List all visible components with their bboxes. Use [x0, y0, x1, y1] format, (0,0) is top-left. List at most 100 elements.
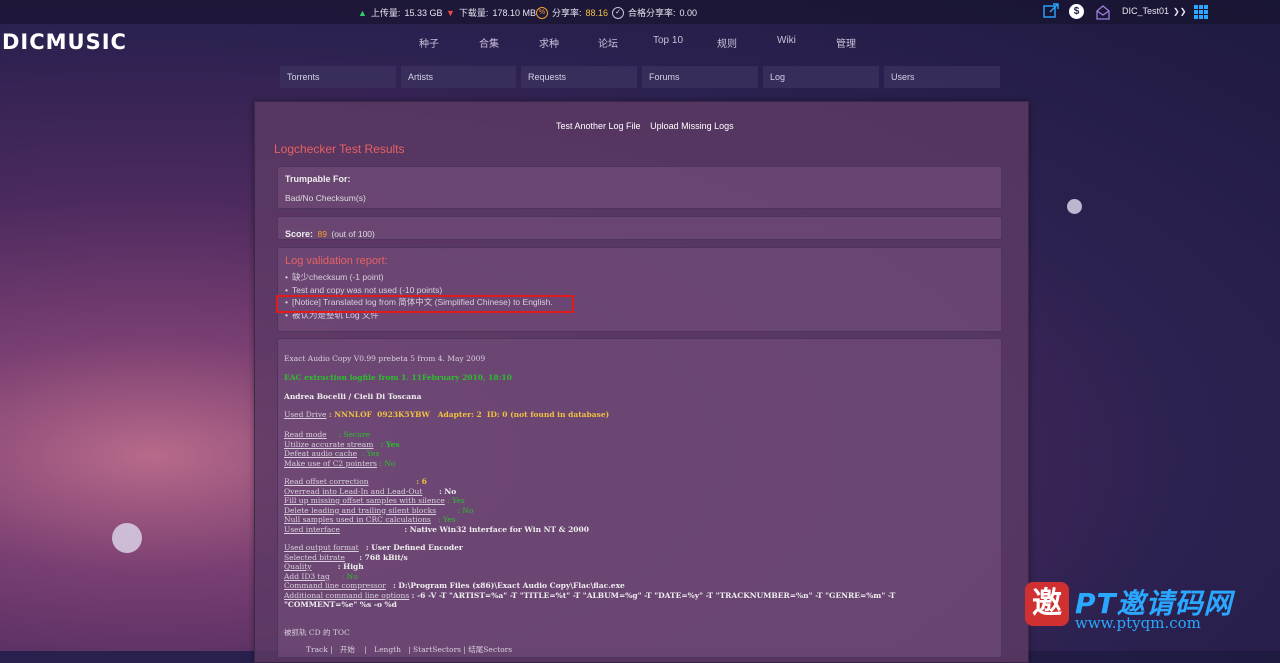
score-label: Score:: [285, 229, 314, 239]
grid-menu-icon[interactable]: [1193, 4, 1209, 20]
background-dot: [1067, 199, 1082, 214]
log-row: Make use of C2 pointers : No: [284, 459, 395, 469]
quality-label: Quality: [284, 562, 312, 571]
nav-rules[interactable]: 规则: [717, 35, 737, 50]
download-stat: ▼ 下载量: 178.10 MB: [446, 6, 536, 19]
bitrate-label: Selected bitrate: [284, 552, 345, 562]
subnav-users[interactable]: Users: [884, 66, 1000, 88]
read-mode-value: : Secure: [338, 430, 371, 439]
upload-arrow-icon: ▲: [358, 7, 367, 18]
log-row: Used interface : Native Win32 interface …: [284, 525, 589, 535]
cmd-label: Command line compressor: [284, 581, 386, 590]
log-row: "COMMENT=%e" %s -o %d: [284, 600, 397, 609]
log-row: Fill up missing offset samples with sile…: [284, 496, 465, 506]
highlight-box: [276, 295, 574, 313]
upload-missing-logs-link[interactable]: Upload Missing Logs: [650, 121, 734, 131]
score-suffix: (out of 100): [331, 229, 375, 239]
username[interactable]: DIC_Test01: [1122, 6, 1169, 16]
log-row: Null samples used in CRC calculations : …: [284, 515, 456, 525]
download-value: 178.10 MB: [492, 7, 536, 18]
cache-value: : Yes: [361, 449, 380, 458]
null-label: Null samples used in CRC calculations: [284, 515, 431, 524]
required-ratio-stat: ✓ 合格分享率: 0.00: [612, 6, 697, 19]
log-row: Read offset correction : 6: [284, 477, 427, 487]
test-another-log-link[interactable]: Test Another Log File: [556, 121, 641, 131]
download-arrow-icon: ▼: [446, 7, 455, 18]
nav-collages[interactable]: 合集: [479, 35, 499, 50]
subnav-forums[interactable]: Forums: [642, 66, 758, 88]
score-value: 89: [317, 229, 327, 239]
ratio-stat: % 分享率: 88.16: [536, 6, 608, 19]
external-link-icon[interactable]: [1043, 3, 1059, 19]
download-label: 下载量:: [458, 8, 489, 18]
page-title: Logchecker Test Results: [274, 142, 405, 156]
subnav-log[interactable]: Log: [763, 66, 879, 88]
log-row: Used output format : User Defined Encode…: [284, 543, 463, 553]
log-drive-row: Used Drive : NNNLOF 0923K5YBW Adapter: 2…: [284, 410, 609, 420]
trumpable-reason: Bad/No Checksum(s): [285, 193, 366, 203]
overread-value: : No: [439, 486, 457, 496]
score-box: Score: 89 (out of 100): [277, 216, 1002, 240]
validation-item: 缺少checksum (-1 point): [285, 271, 994, 284]
toc-header: Track | 开始 | Length | StartSectors | 结尾S…: [306, 645, 513, 654]
log-row: Selected bitrate : 768 kBit/s: [284, 553, 408, 563]
addl-value: : -6 -V -T "ARTIST=%a" -T "TITLE=%t" -T …: [411, 590, 896, 600]
log-row: Quality : High: [284, 562, 364, 572]
log-row: Delete leading and trailing silent block…: [284, 506, 474, 516]
log-line: Exact Audio Copy V0.99 prebeta 5 from 4.…: [284, 354, 486, 363]
watermark-seal: 邀: [1025, 582, 1069, 626]
trumpable-box: Trumpable For: Bad/No Checksum(s): [277, 166, 1002, 209]
c2-value: : No: [379, 458, 396, 468]
check-circle-icon: ✓: [612, 6, 624, 19]
log-row: Read mode : Secure: [284, 430, 370, 440]
required-ratio-label: 合格分享率:: [628, 8, 676, 18]
ratio-label: 分享率:: [552, 8, 582, 18]
log-row: Command line compressor : D:\Program Fil…: [284, 581, 625, 591]
nav-admin[interactable]: 管理: [836, 35, 856, 50]
subnav-artists[interactable]: Artists: [401, 66, 516, 88]
drive-value: : NNNLOF 0923K5YBW Adapter: 2 ID: 0 (not…: [328, 410, 610, 419]
c2-label: Make use of C2 pointers: [284, 458, 378, 468]
subnav-requests[interactable]: Requests: [521, 66, 637, 88]
accurate-label: Utilize accurate stream: [284, 439, 374, 449]
upload-stat: ▲ 上传量: 15.33 GB: [358, 6, 442, 19]
watermark-url: www.ptyqm.com: [1075, 614, 1201, 632]
log-row: Additional command line options : -6 -V …: [284, 591, 895, 601]
bonus-dollar-icon[interactable]: $: [1069, 4, 1084, 19]
quality-value: : High: [337, 562, 364, 571]
user-menu[interactable]: DIC_Test01 ❯❯: [1122, 6, 1186, 16]
upload-label: 上传量:: [370, 8, 401, 18]
delete-value: : No: [457, 505, 474, 515]
id3-value: : No: [341, 571, 358, 581]
null-value: : Yes: [438, 515, 456, 524]
cache-label: Defeat audio cache: [284, 449, 358, 458]
nav-requests[interactable]: 求种: [539, 35, 559, 50]
ratio-icon: %: [536, 6, 548, 19]
outfmt-label: Used output format: [284, 543, 359, 552]
site-logo[interactable]: DICMUSIC: [2, 30, 127, 54]
nav-top10[interactable]: Top 10: [653, 35, 683, 46]
mailbox-icon[interactable]: [1095, 4, 1111, 20]
delete-label: Delete leading and trailing silent block…: [284, 505, 437, 515]
fillup-value: : Yes: [447, 496, 465, 505]
toc-title: 被抓轨 CD 的 TOC: [284, 628, 350, 637]
log-line: Andrea Bocelli / Cieli Di Toscana: [284, 392, 422, 401]
validation-box: Log validation report: 缺少checksum (-1 po…: [277, 247, 1002, 332]
outfmt-value: : User Defined Encoder: [365, 543, 463, 552]
log-row: Add ID3 tag : No: [284, 572, 358, 582]
overread-label: Overread into Lead-In and Lead-Out: [284, 486, 423, 496]
log-line: EAC extraction logfile from 1. 11Februar…: [284, 373, 512, 382]
nav-forums[interactable]: 论坛: [598, 35, 618, 50]
offset-label: Read offset correction: [284, 477, 369, 486]
nav-wiki[interactable]: Wiki: [777, 35, 796, 46]
nav-torrents[interactable]: 种子: [419, 35, 439, 50]
validation-title: Log validation report:: [285, 255, 388, 267]
chevron-down-icon: ❯❯: [1173, 6, 1187, 16]
log-row: Defeat audio cache : Yes: [284, 449, 379, 459]
iface-value: : Native Win32 interface for Win NT & 20…: [404, 524, 589, 534]
trumpable-label: Trumpable For:: [285, 174, 351, 184]
subnav-torrents[interactable]: Torrents: [280, 66, 396, 88]
log-row: Utilize accurate stream : Yes: [284, 440, 400, 450]
offset-value: : 6: [416, 477, 427, 486]
id3-label: Add ID3 tag: [284, 571, 330, 581]
